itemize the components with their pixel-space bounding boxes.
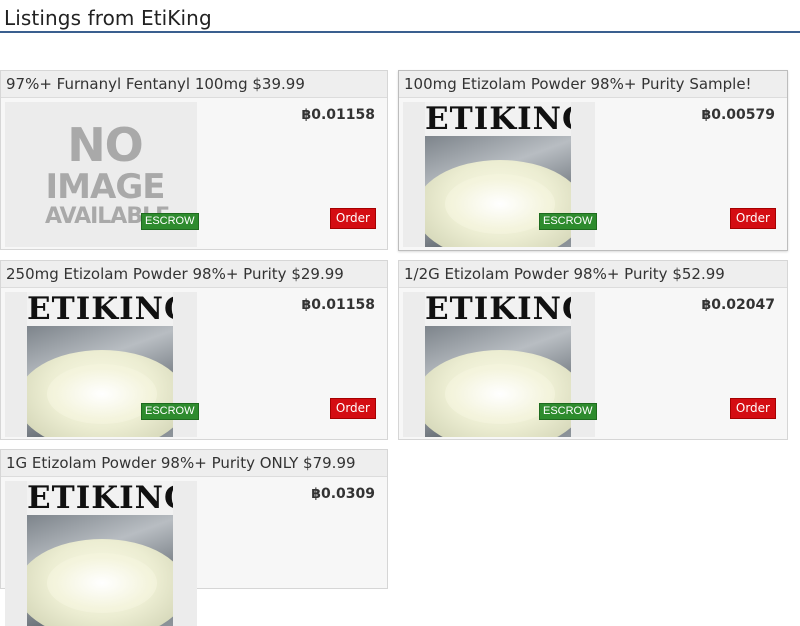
order-button[interactable]: Order [729,398,776,419]
listing-card[interactable]: 250mg Etizolam Powder 98%+ Purity $29.99… [0,260,388,440]
listing-card[interactable]: 1G Etizolam Powder 98%+ Purity ONLY $79.… [0,449,388,626]
escrow-badge: ESCROW [539,403,597,420]
page-header: Listings from EtiKing [0,0,800,33]
order-button[interactable]: Order [729,208,776,229]
page-title: Listings from EtiKing [4,6,212,30]
order-button[interactable]: Order [329,208,376,229]
listing-price: ฿0.01158 [301,107,375,123]
escrow-badge: ESCROW [141,213,199,230]
order-button[interactable]: Order [329,398,376,419]
listing-price: ฿0.0309 [311,486,375,502]
listing-price: ฿0.02047 [701,297,775,313]
escrow-badge: ESCROW [539,213,597,230]
listing-title[interactable]: 97%+ Furnanyl Fentanyl 100mg $39.99 [1,71,387,98]
listing-price: ฿0.01158 [301,297,375,313]
listing-card[interactable]: 97%+ Furnanyl Fentanyl 100mg $39.99 NO I… [0,70,388,250]
brand-watermark: ETIKING [425,102,571,136]
listing-card[interactable]: 1/2G Etizolam Powder 98%+ Purity $52.99 … [398,260,788,440]
product-image[interactable]: ETIKING [5,481,197,626]
listing-card[interactable]: 100mg Etizolam Powder 98%+ Purity Sample… [398,70,788,251]
brand-watermark: ETIKING [27,292,173,326]
listing-title[interactable]: 100mg Etizolam Powder 98%+ Purity Sample… [399,71,787,98]
escrow-badge: ESCROW [141,403,199,420]
product-photo: ETIKING [27,481,173,626]
listing-price: ฿0.00579 [701,107,775,123]
listing-title[interactable]: 1/2G Etizolam Powder 98%+ Purity $52.99 [399,261,787,288]
brand-watermark: ETIKING [27,481,173,515]
listing-title[interactable]: 1G Etizolam Powder 98%+ Purity ONLY $79.… [1,450,387,477]
listing-title[interactable]: 250mg Etizolam Powder 98%+ Purity $29.99 [1,261,387,288]
brand-watermark: ETIKING [425,292,571,326]
